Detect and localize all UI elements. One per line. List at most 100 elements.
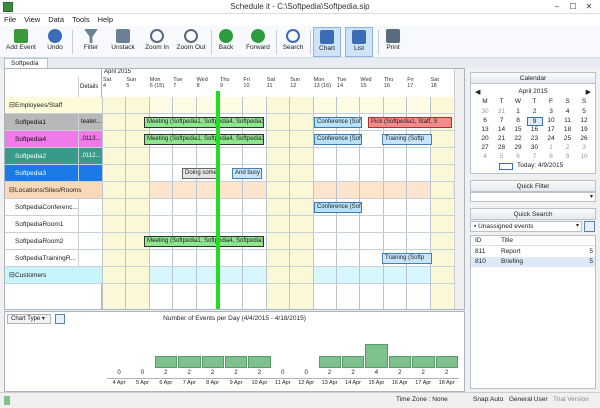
- search-options-icon[interactable]: [584, 221, 595, 232]
- calendar-day[interactable]: 11: [560, 117, 576, 124]
- calendar-day[interactable]: 29: [510, 144, 526, 151]
- quick-search-dropdown[interactable]: ▪ Unassigned events ▾: [470, 221, 582, 232]
- calendar-day[interactable]: 17: [543, 126, 559, 133]
- calendar-day[interactable]: 25: [560, 135, 576, 142]
- day-header[interactable]: Sun 5: [126, 77, 136, 97]
- forward-button[interactable]: Forward: [244, 27, 272, 57]
- day-header[interactable]: Sat 11: [267, 77, 275, 97]
- event-block[interactable]: Training (Softp: [382, 134, 432, 145]
- list-button[interactable]: List: [345, 27, 373, 57]
- calendar-day[interactable]: 18: [560, 126, 576, 133]
- close-button[interactable]: ✕: [582, 1, 596, 13]
- event-block[interactable]: Meeting (Softpedia1, Softpedia4, Softped…: [144, 134, 264, 145]
- calendar-day[interactable]: 21: [494, 135, 510, 142]
- zoom-in-button[interactable]: Zoom In: [142, 27, 172, 57]
- group-header[interactable]: ⊟Locations/Sites/Rooms: [5, 182, 102, 199]
- day-header[interactable]: Fri 10: [243, 77, 249, 97]
- next-month-button[interactable]: ▶: [586, 88, 591, 96]
- event-block[interactable]: Pick (Softpedia1, Staff, S: [368, 117, 452, 128]
- event-block[interactable]: Doing some: [182, 168, 218, 179]
- undo-button[interactable]: Undo: [42, 27, 68, 57]
- day-header[interactable]: Mon 6 (15): [150, 77, 164, 97]
- calendar-day[interactable]: 8: [543, 153, 559, 160]
- day-header[interactable]: Fri 17: [407, 77, 413, 97]
- menu-help[interactable]: Help: [94, 14, 117, 26]
- resource-row[interactable]: SoftpediaTrainingR...: [5, 250, 102, 267]
- calendar-day[interactable]: 24: [543, 135, 559, 142]
- print-button[interactable]: Print: [382, 27, 404, 57]
- menu-data[interactable]: Data: [44, 14, 68, 26]
- maximize-button[interactable]: ☐: [566, 1, 580, 13]
- calendar-day[interactable]: 30: [477, 108, 493, 115]
- table-row[interactable]: 810 Briefing 5: [471, 257, 595, 267]
- day-header[interactable]: Tue 14: [337, 77, 346, 97]
- calendar-day[interactable]: 19: [576, 126, 592, 133]
- calendar-day[interactable]: 6: [477, 117, 493, 124]
- menu-file[interactable]: File: [0, 14, 20, 26]
- unstack-button[interactable]: Unstack: [108, 27, 138, 57]
- resource-row[interactable]: Softpedia4 ,0113...: [5, 131, 102, 148]
- calendar-day[interactable]: 1: [510, 108, 526, 115]
- day-header[interactable]: Thu 16: [384, 77, 393, 97]
- calendar-day[interactable]: 4: [560, 108, 576, 115]
- calendar-day[interactable]: 16: [527, 126, 543, 133]
- day-header[interactable]: Sat 18: [431, 77, 439, 97]
- search-button[interactable]: Search: [280, 27, 306, 57]
- calendar-day[interactable]: 13: [477, 126, 493, 133]
- event-block[interactable]: Training (Softp: [382, 253, 432, 264]
- calendar-day[interactable]: 1: [543, 144, 559, 151]
- add-event-button[interactable]: Add Event: [4, 27, 38, 57]
- today-label[interactable]: Today: 4/9/2015: [517, 162, 563, 169]
- calendar-day[interactable]: 20: [477, 135, 493, 142]
- calendar-day[interactable]: 9: [526, 117, 543, 126]
- day-header[interactable]: Sun 12: [290, 77, 300, 97]
- day-header[interactable]: Wed 15: [360, 77, 371, 97]
- tab-softpedia[interactable]: Softpedia: [4, 58, 48, 68]
- calendar-day[interactable]: 2: [527, 108, 543, 115]
- calendar-day[interactable]: 31: [494, 108, 510, 115]
- chart-button[interactable]: Chart: [313, 27, 341, 57]
- calendar-day[interactable]: 9: [560, 153, 576, 160]
- calendar-day[interactable]: 4: [477, 153, 493, 160]
- calendar-day[interactable]: 5: [494, 153, 510, 160]
- group-header[interactable]: ⊟Employees/Staff: [5, 97, 102, 114]
- calendar-day[interactable]: 15: [510, 126, 526, 133]
- day-header[interactable]: Wed 8: [197, 77, 208, 97]
- calendar-day[interactable]: 30: [527, 144, 543, 151]
- calendar-day[interactable]: 7: [527, 153, 543, 160]
- resource-row[interactable]: SoftpediaRoom2: [5, 233, 102, 250]
- event-block[interactable]: Meeting (Softpedia1, Softpedia4, Softped…: [144, 117, 264, 128]
- resource-row[interactable]: Softpedia3: [5, 165, 102, 182]
- resource-row[interactable]: SoftpediaRoom1: [5, 216, 102, 233]
- calendar-day[interactable]: 28: [494, 144, 510, 151]
- calendar-day[interactable]: 3: [576, 144, 592, 151]
- vertical-scrollbar[interactable]: [454, 69, 464, 309]
- calendar-day[interactable]: 22: [510, 135, 526, 142]
- event-block[interactable]: Conference (Soft: [314, 117, 362, 128]
- calendar-day[interactable]: 10: [543, 117, 559, 124]
- resource-row[interactable]: SoftpediaConferenc...: [5, 199, 102, 216]
- calendar-day[interactable]: 26: [576, 135, 592, 142]
- calendar-day[interactable]: 10: [576, 153, 592, 160]
- calendar-day[interactable]: 2: [560, 144, 576, 151]
- calendar-day[interactable]: 3: [543, 108, 559, 115]
- day-header[interactable]: Sat 4: [103, 77, 111, 97]
- snap-status[interactable]: Snap:Auto: [473, 396, 503, 403]
- day-header[interactable]: Thu 9: [220, 77, 229, 97]
- filter-button[interactable]: Filter: [78, 27, 104, 57]
- calendar-day[interactable]: 8: [510, 117, 526, 124]
- time-zone-status[interactable]: Time Zone : None: [396, 396, 448, 403]
- resource-row[interactable]: Softpedia1 teater...: [5, 114, 102, 131]
- calendar-day[interactable]: 7: [494, 117, 510, 124]
- zoom-out-button[interactable]: Zoom Out: [174, 27, 208, 57]
- resource-row[interactable]: Softpedia2 ,0112...: [5, 148, 102, 165]
- event-block[interactable]: Meeting (Softpedia1, Softpedia4, Softped…: [144, 236, 264, 247]
- calendar-day[interactable]: 27: [477, 144, 493, 151]
- menu-tools[interactable]: Tools: [68, 14, 94, 26]
- calendar-day[interactable]: 5: [576, 108, 592, 115]
- back-button[interactable]: Back: [214, 27, 238, 57]
- table-row[interactable]: 811 Report 5: [471, 247, 595, 257]
- calendar-day[interactable]: 23: [527, 135, 543, 142]
- quick-filter-dropdown[interactable]: ▾: [470, 192, 596, 202]
- day-header[interactable]: Mon 13 (16): [314, 77, 331, 97]
